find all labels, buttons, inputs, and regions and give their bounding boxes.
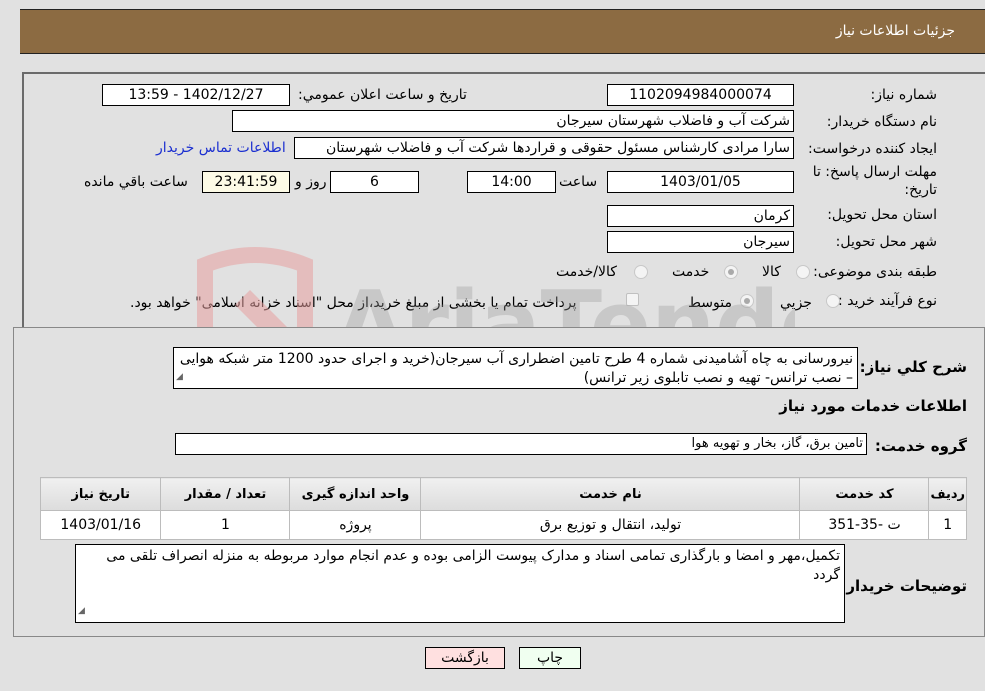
category-radio-goods-service[interactable] bbox=[634, 265, 648, 279]
buyer-notes-text: تکمیل،مهر و امضا و بارگذاری تمامی اسناد … bbox=[106, 548, 840, 583]
page-title: جزئیات اطلاعات نیاز bbox=[835, 23, 955, 39]
cell-service-name: تولید، انتقال و توزیع برق bbox=[420, 510, 801, 540]
table-header-row: رديف كد خدمت نام خدمت واحد اندازه گيری ت… bbox=[39, 477, 967, 511]
buyer-contact-link[interactable]: اطلاعات تماس خريدار bbox=[156, 140, 286, 156]
buyer-org-label: نام دستگاه خريدار: bbox=[826, 114, 937, 130]
col-header-need-date: تاريخ نياز bbox=[39, 477, 162, 511]
purchase-type-label: نوع فرآيند خريد : bbox=[838, 293, 937, 309]
announce-datetime-field: 1402/12/27 - 13:59 bbox=[102, 84, 290, 106]
city-field: سیرجان bbox=[607, 231, 794, 253]
cell-row-number: 1 bbox=[928, 510, 967, 540]
purchase-radio-minor[interactable] bbox=[826, 294, 840, 308]
page-header: جزئیات اطلاعات نیاز bbox=[20, 9, 985, 54]
province-label: استان محل تحويل: bbox=[827, 207, 937, 223]
category-radio-service[interactable] bbox=[724, 265, 738, 279]
cell-unit: پروژه bbox=[289, 510, 422, 540]
services-table: رديف كد خدمت نام خدمت واحد اندازه گيری ت… bbox=[39, 477, 967, 540]
need-number-field: 1102094984000074 bbox=[607, 84, 794, 106]
purchase-radio-medium[interactable] bbox=[740, 294, 754, 308]
remaining-time-label: ساعت باقي مانده bbox=[84, 174, 188, 190]
purchase-option-medium: متوسط bbox=[688, 295, 732, 311]
deadline-label: مهلت ارسال پاسخ: تا bbox=[812, 164, 937, 180]
city-label: شهر محل تحويل: bbox=[835, 234, 937, 250]
buyer-org-field: شرکت آب و فاضلاب شهرستان سیرجان bbox=[232, 110, 794, 132]
requester-field: سارا مرادی کارشناس مسئول حقوقی و قراردها… bbox=[294, 137, 794, 159]
services-section-title: اطلاعات خدمات مورد نياز bbox=[779, 397, 967, 415]
resize-grip-icon[interactable]: ◢ bbox=[176, 368, 183, 387]
category-radio-goods[interactable] bbox=[796, 265, 810, 279]
treasury-note: پرداخت تمام يا بخشی از مبلغ خريد،از محل … bbox=[130, 295, 577, 311]
description-textarea[interactable]: نیرورسانی به چاه آشامیدنی شماره 4 طرح تا… bbox=[173, 347, 858, 389]
back-button[interactable]: بازگشت bbox=[425, 647, 505, 669]
col-header-service-name: نام خدمت bbox=[420, 477, 801, 511]
service-group-field: تامین برق، گاز، بخار و تهویه هوا bbox=[175, 433, 867, 455]
service-group-label: گروه خدمت: bbox=[874, 437, 967, 455]
table-row: 1 ت -35-351 تولید، انتقال و توزیع برق پر… bbox=[39, 510, 967, 540]
col-header-quantity: تعداد / مقدار bbox=[160, 477, 291, 511]
deadline-time-field: 14:00 bbox=[467, 171, 556, 193]
deadline-time-label: ساعت bbox=[559, 174, 598, 190]
col-header-unit: واحد اندازه گيری bbox=[289, 477, 422, 511]
remaining-time-field: 23:41:59 bbox=[202, 171, 290, 193]
cell-service-code: ت -35-351 bbox=[799, 510, 930, 540]
cell-need-date: 1403/01/16 bbox=[39, 510, 162, 540]
print-button[interactable]: چاپ bbox=[519, 647, 581, 669]
col-header-service-code: كد خدمت bbox=[799, 477, 930, 511]
cell-quantity: 1 bbox=[160, 510, 291, 540]
resize-grip-icon[interactable]: ◢ bbox=[78, 602, 85, 621]
announce-datetime-label: تاريخ و ساعت اعلان عمومي: bbox=[298, 87, 467, 103]
deadline-date-field: 1403/01/05 bbox=[607, 171, 794, 193]
description-label: شرح كلي نياز: bbox=[859, 358, 967, 376]
province-field: کرمان bbox=[607, 205, 794, 227]
category-option-goods: کالا bbox=[762, 264, 781, 280]
description-text: نیرورسانی به چاه آشامیدنی شماره 4 طرح تا… bbox=[179, 351, 853, 386]
col-header-row-number: رديف bbox=[928, 477, 967, 511]
deadline-label-date: تاريخ: bbox=[904, 182, 937, 198]
requester-label: ايجاد کننده درخواست: bbox=[808, 141, 937, 157]
buyer-notes-label: توضيحات خريدار: bbox=[840, 577, 967, 595]
need-number-label: شماره نیاز: bbox=[870, 87, 938, 103]
treasury-checkbox[interactable] bbox=[626, 293, 639, 306]
category-option-goods-service: کالا/خدمت bbox=[556, 264, 617, 280]
days-label: روز و bbox=[295, 174, 327, 190]
category-option-service: خدمت bbox=[672, 264, 710, 280]
remaining-days-field: 6 bbox=[330, 171, 419, 193]
buyer-notes-textarea[interactable]: تکمیل،مهر و امضا و بارگذاری تمامی اسناد … bbox=[75, 544, 845, 623]
category-label: طبقه بندی موضوعی: bbox=[813, 264, 937, 280]
purchase-option-minor: جزيي bbox=[780, 295, 812, 311]
